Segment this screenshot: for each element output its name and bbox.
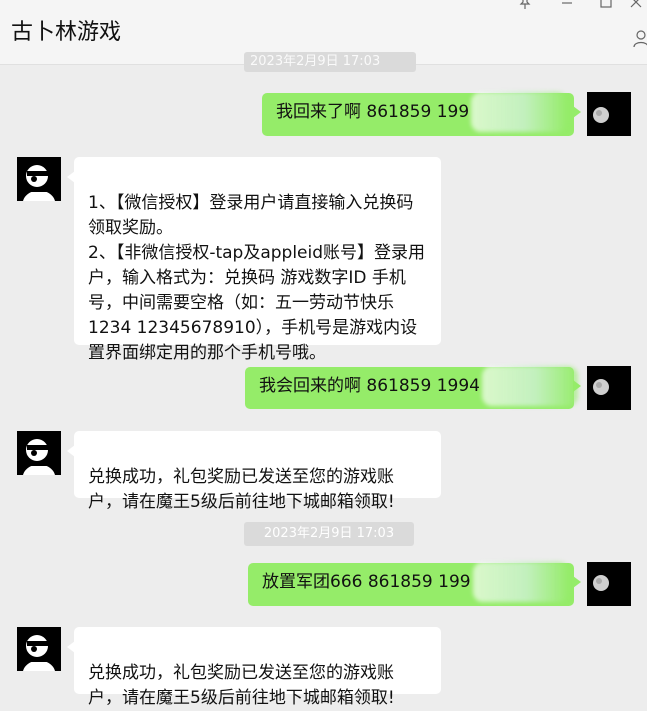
maximize-icon[interactable] — [597, 0, 615, 14]
message-text: 兑换成功，礼包奖励已发送至您的游戏账户，请在魔王5级后前往地下城邮箱领取! — [88, 663, 395, 708]
message-text: 我会回来的啊 861859 1994 — [259, 376, 480, 396]
self-avatar[interactable] — [587, 366, 631, 410]
message-bubble-incoming[interactable]: 1、【微信授权】登录用户请直接输入兑换码领取奖励。 2、【非微信授权-tap及a… — [67, 157, 441, 363]
message-text: 放置军团666 861859 199 — [262, 572, 471, 592]
close-icon[interactable] — [627, 0, 645, 14]
message-bubble-outgoing[interactable]: 放置军团666 861859 199 — [248, 562, 581, 606]
contact-avatar[interactable] — [17, 157, 61, 201]
contact-avatar[interactable] — [17, 627, 61, 671]
redaction-blur — [471, 92, 568, 132]
contact-avatar[interactable] — [17, 431, 61, 475]
user-icon[interactable] — [633, 30, 647, 48]
message-bubble-incoming[interactable]: 兑换成功，礼包奖励已发送至您的游戏账户，请在魔王5级后前往地下城邮箱领取! — [67, 627, 441, 708]
message-text: 兑换成功，礼包奖励已发送至您的游戏账户，请在魔王5级后前往地下城邮箱领取! — [88, 467, 395, 512]
chat-title: 古卜林游戏 — [11, 20, 122, 45]
message-bubble-outgoing[interactable]: 我回来了啊 861859 199 — [262, 92, 581, 136]
message-bubble-outgoing[interactable]: 我会回来的啊 861859 1994 — [245, 366, 581, 409]
message-bubble-incoming[interactable]: 兑换成功，礼包奖励已发送至您的游戏账户，请在魔王5级后前往地下城邮箱领取! — [67, 431, 441, 512]
pin-icon[interactable] — [516, 0, 534, 14]
timestamp: 2023年2月9日 17:03 — [244, 52, 416, 72]
minimize-icon[interactable] — [558, 0, 576, 14]
message-text: 我回来了啊 861859 199 — [276, 102, 470, 122]
timestamp: 2023年2月9日 17:03 — [244, 522, 414, 546]
redaction-blur — [481, 366, 578, 406]
self-avatar[interactable] — [587, 92, 631, 136]
redaction-blur — [472, 562, 569, 602]
message-text: 1、【微信授权】登录用户请直接输入兑换码领取奖励。 2、【非微信授权-tap及a… — [88, 193, 426, 363]
self-avatar[interactable] — [587, 562, 631, 606]
